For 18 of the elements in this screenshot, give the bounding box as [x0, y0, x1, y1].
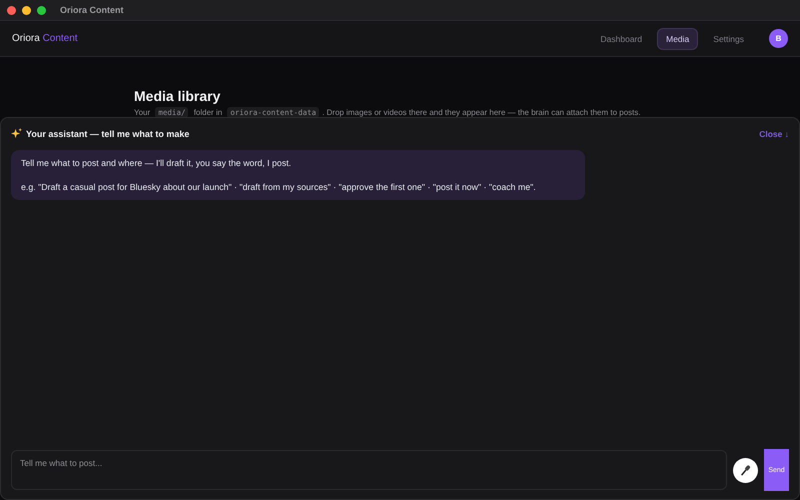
page-title: Media library [134, 88, 222, 104]
message-text: e.g. "Draft a casual post for Bluesky about our launch" · "draft from my sources" · "approve the first one" · "post it now" · "coach me". [21, 182, 537, 192]
microphone-icon [739, 464, 752, 476]
message-text: Tell me what to post and where — I'll draft it, you say the word, I post. [21, 158, 292, 168]
minimize-window-button[interactable] [22, 6, 31, 14]
mic-button[interactable] [733, 458, 758, 482]
sparkles-icon [11, 128, 22, 139]
user-avatar[interactable]: B [769, 29, 788, 48]
brand-logo: Oriora Content [12, 33, 78, 44]
close-window-button[interactable] [7, 6, 16, 14]
nav-tab[interactable]: Media [657, 28, 698, 50]
message-input[interactable]: Tell me what to post... [11, 450, 727, 490]
window-title: Oriora Content [60, 5, 124, 15]
assistant-title: Your assistant — tell me what to make [26, 128, 190, 138]
zoom-window-button[interactable] [37, 6, 46, 14]
close-link[interactable]: Close ↓ [759, 128, 789, 138]
nav-tab[interactable]: Dashboard [592, 28, 652, 50]
nav-tab[interactable]: Settings [704, 28, 753, 50]
